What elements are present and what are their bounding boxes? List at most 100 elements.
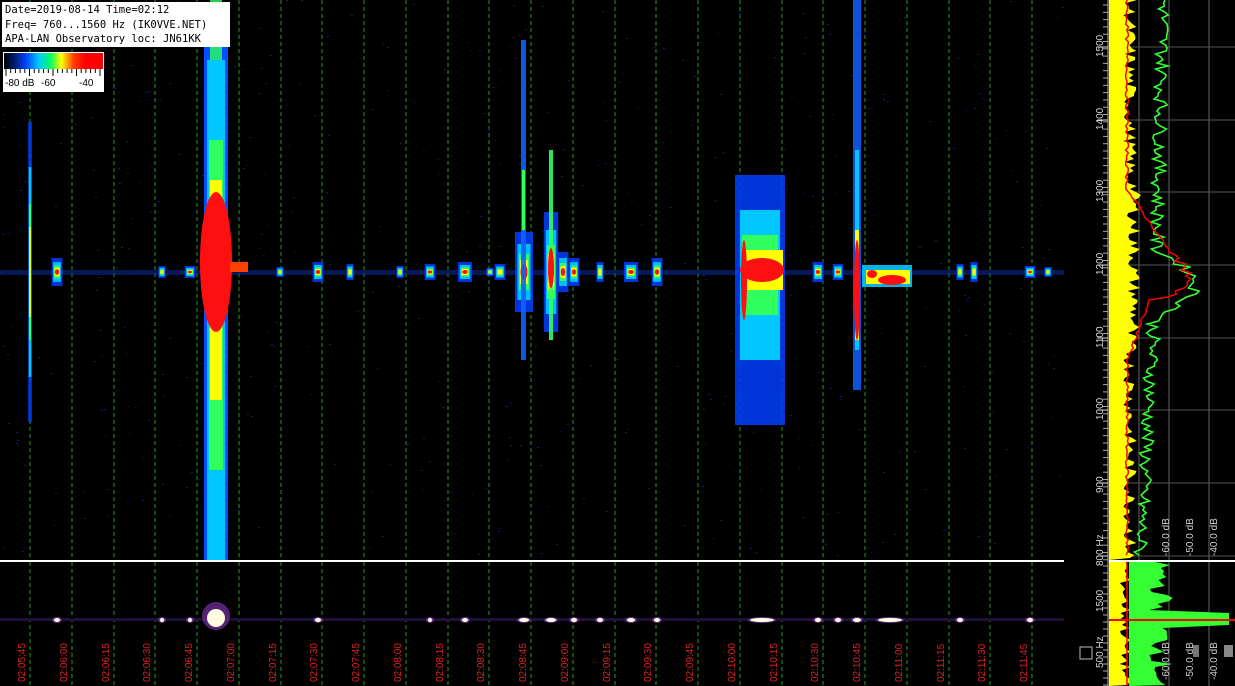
meteor-echo <box>1044 267 1052 277</box>
time-label: 02:06:00 <box>59 643 70 682</box>
time-label: 02:06:30 <box>142 643 153 682</box>
time-label: 02:08:00 <box>393 643 404 682</box>
date-time-line: Date=2019-08-14 Time=02:12 <box>5 4 170 16</box>
lower-echo-core <box>957 618 963 622</box>
time-label: 02:09:30 <box>643 643 654 682</box>
freq-line: Freq= 760...1560 Hz (IK0VVE.NET) <box>5 18 208 31</box>
lower-echo-core <box>1027 618 1033 622</box>
spectrum-db-label: -40.0 dB <box>1209 518 1220 556</box>
time-label: 02:07:30 <box>309 643 320 682</box>
meteor-echo <box>623 262 639 282</box>
freq-label: 1200 <box>1095 252 1106 275</box>
color-scale-mid-label: -60 <box>41 78 56 89</box>
meteor-echo <box>457 262 473 282</box>
lower-echo-core <box>853 618 861 622</box>
color-scale-ticks <box>5 69 101 76</box>
meteor-echo <box>312 262 324 282</box>
freq-label: 900 <box>1095 476 1106 493</box>
lower-echo-core <box>315 618 321 622</box>
color-scale-low-label: -80 dB <box>5 78 35 89</box>
time-label: 02:11:45 <box>1019 643 1030 682</box>
frequency-axis: 1500 1400 1300 1200 1100 1000 900 800 Hz 1500 500… <box>1064 0 1109 686</box>
time-label: 02:11:30 <box>977 643 988 682</box>
time-label: 02:10:45 <box>852 643 863 682</box>
lower-freq-label: 500 Hz <box>1095 636 1106 668</box>
time-label: 02:08:15 <box>435 643 446 682</box>
meteor-echo-cluster <box>735 175 785 425</box>
lower-waterfall: 02:05:45 02:06:00 02:06:15 02:06:30 02:06:45… <box>0 562 1064 686</box>
time-label: 02:08:30 <box>476 643 487 682</box>
lower-echo-core <box>627 618 635 622</box>
spectrum-separator <box>1109 560 1235 562</box>
lower-echo-core <box>462 618 468 622</box>
lower-db-label: -40.0 dB <box>1209 642 1220 680</box>
meteor-echo <box>276 267 284 277</box>
meteor-echo <box>396 266 404 278</box>
time-label: 02:09:00 <box>560 643 571 682</box>
info-box: Date=2019-08-14 Time=02:12 Freq= 760...1… <box>2 2 230 47</box>
lower-echo-core <box>428 618 432 622</box>
meteor-echo <box>956 264 964 280</box>
time-label: 02:06:15 <box>101 643 112 682</box>
meteor-echo <box>970 262 978 282</box>
waterfall-canvas <box>0 0 1064 560</box>
meteor-echo <box>158 266 166 278</box>
meteor-echo <box>832 264 844 280</box>
color-scale-legend: -80 dB -60 -40 <box>3 52 104 92</box>
lower-echo-core <box>654 618 660 622</box>
spectrum-canvas <box>1109 0 1235 686</box>
lower-echo-core <box>815 618 821 622</box>
time-label: 02:09:15 <box>602 643 613 682</box>
meteor-echo <box>1024 266 1036 278</box>
lower-echo-core <box>571 618 577 622</box>
meteor-echo <box>651 258 663 286</box>
time-label: 02:07:15 <box>268 643 279 682</box>
time-label: 02:06:45 <box>184 643 195 682</box>
freq-label: 1400 <box>1095 107 1106 130</box>
meteor-echo <box>184 266 196 278</box>
gray-marker <box>1224 645 1233 657</box>
lower-echo-core <box>597 618 603 622</box>
time-label: 02:11:15 <box>936 643 947 682</box>
lower-echo-core <box>835 618 841 622</box>
spectrum-db-label: -50.0 dB <box>1185 518 1196 556</box>
freq-label: 800 Hz <box>1095 534 1106 566</box>
observatory-line: APA-LAN Observatory loc: JN61KK <box>5 33 201 45</box>
lower-echo-core <box>546 618 556 622</box>
meteor-echo <box>51 258 63 286</box>
meteor-echo <box>486 268 494 276</box>
time-label: 02:11:00 <box>894 643 905 682</box>
meteor-echo-streak <box>862 265 912 287</box>
time-label: 02:10:30 <box>810 643 821 682</box>
major-meteor-echo <box>200 0 248 560</box>
lower-echo-core <box>519 618 529 622</box>
time-label: 02:09:45 <box>685 643 696 682</box>
spectrum-yellow-fill <box>1109 0 1141 560</box>
meteor-echo <box>494 264 506 280</box>
time-label: 02:07:45 <box>351 643 362 682</box>
lower-echo-core <box>54 618 60 622</box>
lower-echo-core <box>878 618 902 622</box>
meteor-echo <box>812 262 824 282</box>
meteor-echo <box>596 262 604 282</box>
lower-db-label: -50.0 dB <box>1185 642 1196 680</box>
meteor-echo <box>568 258 580 286</box>
spectrum-db-label: -60.0 dB <box>1161 518 1172 556</box>
meteor-trail <box>521 40 526 360</box>
time-label: 02:07:00 <box>226 643 237 682</box>
time-label: 02:08:45 <box>518 643 529 682</box>
meteor-echo <box>424 264 436 280</box>
freq-label: 1500 <box>1095 34 1106 57</box>
freq-label: 1300 <box>1095 179 1106 202</box>
freq-label: 1100 <box>1095 326 1106 348</box>
time-label: 02:05:45 <box>17 643 28 682</box>
lower-echo-core <box>160 618 164 622</box>
meteor-echo <box>346 264 354 280</box>
meteor-echo <box>557 252 569 292</box>
lower-echo-core <box>750 618 774 622</box>
freq-label: 1000 <box>1095 397 1106 420</box>
waterfall-display <box>0 0 1064 560</box>
color-scale-gradient <box>4 53 103 69</box>
time-label: 02:10:00 <box>727 643 738 682</box>
lower-echo-core <box>188 618 192 622</box>
